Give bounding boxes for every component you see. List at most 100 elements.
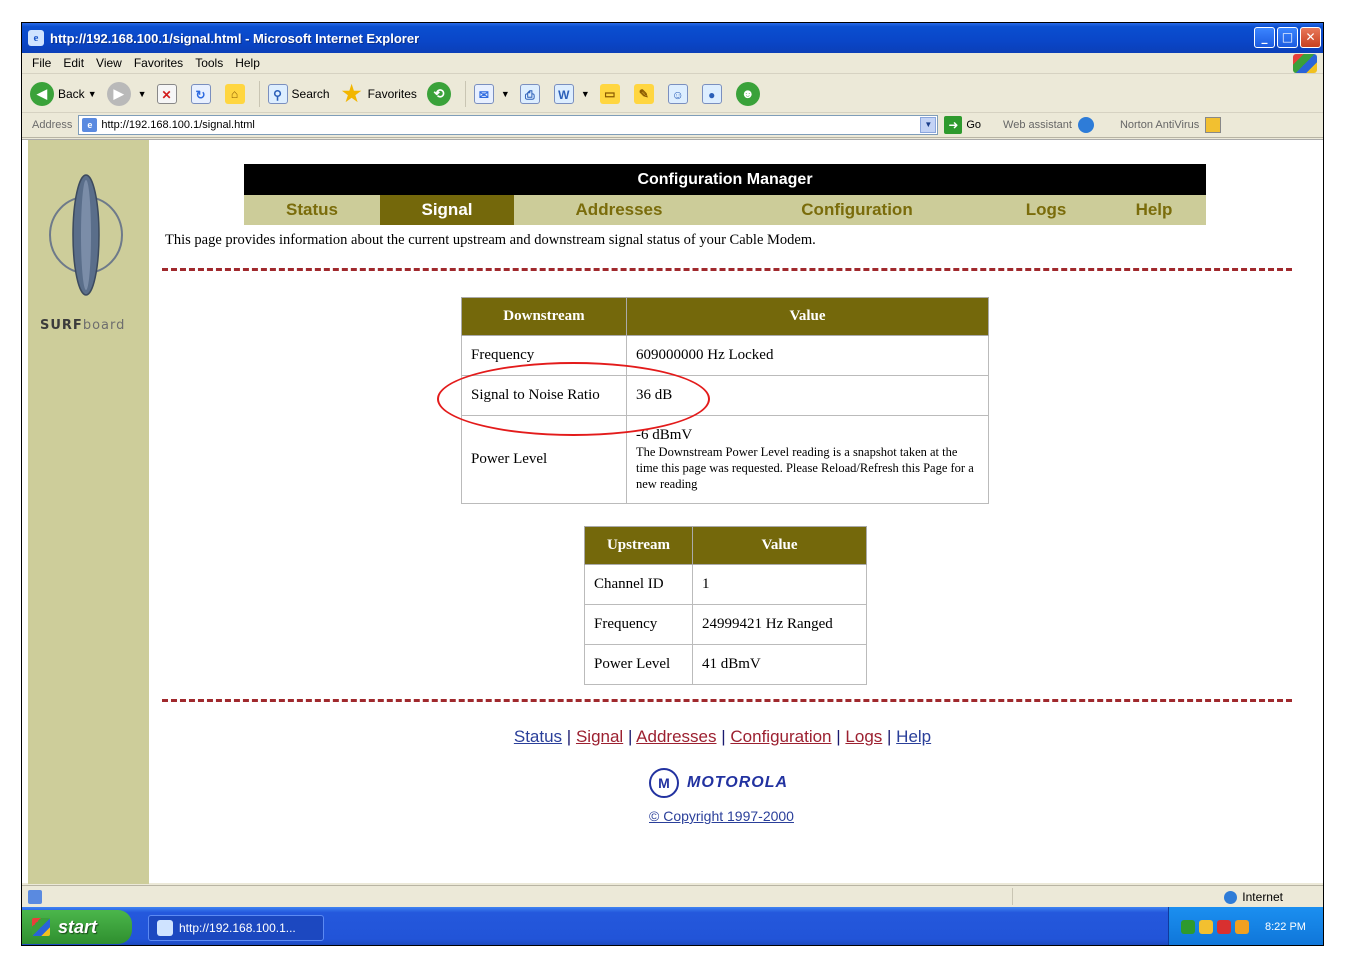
footer-link-status[interactable]: Status [514,727,562,746]
star-icon: ★ [341,80,362,106]
chevron-down-icon: ▼ [580,88,590,99]
zone-label: Internet [1242,890,1283,904]
footer-separator: | [887,727,892,746]
refresh-icon: ↻ [190,83,211,104]
go-arrow-icon: ➜ [944,116,963,134]
menu-file[interactable]: File [26,56,57,70]
brand-suffix: board [82,318,126,333]
norton-icon [1205,117,1222,133]
menu-tools[interactable]: Tools [189,56,229,70]
tab-signal[interactable]: Signal [380,195,514,225]
address-input[interactable]: e http://192.168.100.1/signal.html ▼ [78,115,939,135]
norton-tray-icon[interactable] [1199,920,1213,934]
close-button[interactable]: ✕ [1300,27,1321,48]
messenger-button[interactable]: ☺ [667,83,692,104]
web-assistant-button[interactable]: Web assistant [1003,117,1094,133]
status-bar: Internet [22,885,1323,907]
norton-button[interactable]: Norton AntiVirus [1120,117,1222,133]
network-icon[interactable] [1181,920,1195,934]
home-button[interactable]: ⌂ [224,83,249,104]
mail-button[interactable]: ✉ ▼ [473,83,510,104]
upstream-table: Upstream Value Channel ID 1 Frequency 24… [584,526,867,685]
back-label: Back [58,86,85,101]
menu-help[interactable]: Help [229,56,266,70]
menu-view[interactable]: View [90,56,128,70]
tab-help[interactable]: Help [1102,195,1206,225]
edit-button[interactable]: W ▼ [553,83,590,104]
back-arrow-icon: ◀ [30,81,54,106]
contacts-button[interactable]: ☻ [735,81,764,106]
footer-link-addresses[interactable]: Addresses [636,727,716,746]
row-label: Power Level [584,644,693,685]
back-button[interactable]: ◀ Back ▼ [30,81,97,106]
sidebar: SURFboard [28,140,149,884]
footer-separator: | [721,727,726,746]
globe-icon [1077,117,1094,133]
search-label: Search [291,86,330,101]
tab-configuration[interactable]: Configuration [724,195,990,225]
messenger-icon: ☺ [667,83,688,104]
column-header: Value [626,297,989,336]
security-zone: Internet [1224,890,1283,904]
home-icon: ⌂ [224,83,245,104]
favorites-label: Favorites [367,86,417,101]
page-title: Configuration Manager [244,164,1206,195]
chevron-down-icon: ▼ [500,88,510,99]
favorites-button[interactable]: ★ Favorites [340,80,417,106]
windows-logo-icon [1293,54,1317,73]
menu-favorites[interactable]: Favorites [128,56,189,70]
dashed-divider [162,699,1292,702]
taskbar-item-label: http://192.168.100.1... [179,921,296,935]
toolbar: ◀ Back ▼ ▶ ▼ ✕ ↻ ⌂ ⚲ Search ★ Favorites … [22,75,1323,113]
start-button[interactable]: start [22,910,132,944]
go-label: Go [966,119,982,131]
row-label: Channel ID [584,564,693,605]
security-tray-icon[interactable] [1217,920,1231,934]
stop-button[interactable]: ✕ [156,83,181,104]
maximize-button[interactable]: □ [1277,27,1298,48]
window-title: http://192.168.100.1/signal.html - Micro… [50,30,420,46]
taskbar-item-ie[interactable]: http://192.168.100.1... [148,915,324,941]
footer-link-configuration[interactable]: Configuration [730,727,831,746]
refresh-button[interactable]: ↻ [190,83,215,104]
discuss-button[interactable]: ▭ [599,83,624,104]
history-button[interactable]: ⟲ [426,81,455,106]
row-value: 1 [692,564,867,605]
surfboard-logo [49,174,123,296]
footer-link-help[interactable]: Help [896,727,931,746]
address-bar: Address e http://192.168.100.1/signal.ht… [22,113,1323,138]
research-icon: ✎ [633,83,654,104]
tab-addresses[interactable]: Addresses [514,195,724,225]
table-header: Downstream Value [461,297,989,336]
chat-button[interactable]: ● [701,83,726,104]
chevron-down-icon[interactable]: ▼ [920,117,937,133]
table-row: Power Level 41 dBmV [584,644,867,685]
tab-status[interactable]: Status [244,195,380,225]
forward-button[interactable]: ▶ ▼ [106,81,147,106]
motorola-wordmark: MOTOROLA [687,774,789,791]
forward-arrow-icon: ▶ [106,81,131,106]
menu-edit[interactable]: Edit [57,56,90,70]
minimize-button[interactable]: _ [1254,27,1275,48]
copyright-link[interactable]: © Copyright 1997-2000 [649,808,794,824]
footer-separator: | [836,727,841,746]
footer-link-signal[interactable]: Signal [576,727,623,746]
go-button[interactable]: ➜ Go [944,116,981,134]
dashed-divider [162,268,1292,271]
address-url: http://192.168.100.1/signal.html [101,119,255,131]
column-header: Value [692,526,867,565]
print-icon: ⎙ [519,83,540,104]
search-button[interactable]: ⚲ Search [267,83,330,104]
motorola-batwing-icon: M [649,768,679,798]
footer-link-logs[interactable]: Logs [845,727,882,746]
print-button[interactable]: ⎙ [519,83,544,104]
chat-bubble-icon: ● [701,83,722,104]
footer-separator: | [566,727,572,746]
title-bar[interactable]: e http://192.168.100.1/signal.html - Mic… [22,23,1323,53]
globe-tray-icon[interactable] [1235,920,1249,934]
row-value: 609000000 Hz Locked [626,335,989,376]
research-button[interactable]: ✎ [633,83,658,104]
table-row: Frequency 24999421 Hz Ranged [584,604,867,645]
tab-logs[interactable]: Logs [990,195,1102,225]
highlight-ellipse [437,362,710,436]
